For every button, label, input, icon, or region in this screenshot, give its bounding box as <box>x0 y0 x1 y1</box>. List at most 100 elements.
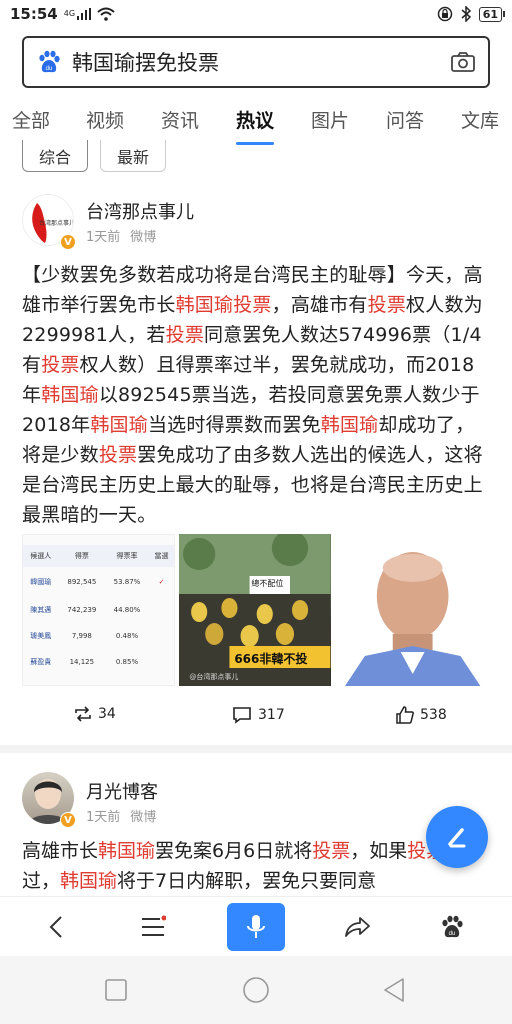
vote-table: 候選人 得票 得票率 當選 韓國瑜 892,545 53.87% ✓ 陳其邁 742,239 44.… <box>23 545 175 675</box>
status-bar: 15:54 4G 61 <box>0 0 512 28</box>
baidu-home-button[interactable]: du <box>430 905 474 949</box>
search-input[interactable]: 韩国瑜摆免投票 <box>72 47 450 77</box>
tab-video[interactable]: 视频 <box>86 106 124 133</box>
keyword-highlight: 韩国瑜 <box>41 384 99 406</box>
portrait-illustration <box>344 552 481 686</box>
wifi-icon <box>97 7 115 21</box>
table-cell: 璩美鳳 <box>30 632 52 640</box>
table-row: 璩美鳳 7,998 0.48% <box>23 623 174 649</box>
keyword-highlight: 投票 <box>312 840 351 862</box>
table-header-cell: 得票率 <box>105 545 149 567</box>
repost-count: 34 <box>98 706 116 722</box>
table-cell: 蘇盈貴 <box>30 658 52 666</box>
share-icon <box>345 917 370 937</box>
battery-indicator: 61 <box>478 6 506 22</box>
post-content[interactable]: 【少数罢免多数若成功将是台湾民主的耻辱】今天，高雄市举行罢免市长韩国瑜投票，高雄… <box>22 260 492 530</box>
table-cell: 44.80% <box>113 606 141 614</box>
keyword-highlight: 投票 <box>41 354 80 376</box>
menu-button[interactable] <box>131 905 175 949</box>
table-cell: 0.85% <box>115 658 139 666</box>
post-meta: 1天前 微博 <box>86 226 156 245</box>
voice-search-button[interactable] <box>227 903 285 951</box>
filter-chips: 综合 最新 <box>22 140 167 172</box>
post-text: ，高雄市有 <box>271 294 368 316</box>
protest-sign-text: 總不配位 <box>251 579 284 588</box>
table-header-cell: 得票 <box>58 545 106 567</box>
table-header-cell: 當選 <box>148 545 175 567</box>
post-text: 罢免案6月6日就将 <box>155 840 313 862</box>
keyword-highlight: 投票 <box>98 444 138 466</box>
protest-banner-text: 666非韓不投 <box>234 652 308 666</box>
microphone-icon <box>247 915 265 938</box>
bottom-toolbar: du <box>0 896 512 956</box>
search-box[interactable]: du 韩国瑜摆免投票 <box>22 36 490 88</box>
thumbs-up-icon <box>396 706 414 724</box>
tab-news[interactable]: 资讯 <box>161 106 199 133</box>
image-portrait[interactable] <box>334 534 486 686</box>
table-cell: 0.48% <box>115 632 139 640</box>
back-triangle-icon[interactable] <box>382 977 406 1003</box>
chevron-left-icon <box>49 916 62 938</box>
keyword-highlight: 投票 <box>165 324 205 346</box>
post-source: 微博 <box>130 230 157 245</box>
system-nav-bar <box>0 956 512 1024</box>
table-cell: 7,998 <box>71 632 92 640</box>
table-cell: 892,545 <box>67 578 97 586</box>
image-election-table[interactable]: 候選人 得票 得票率 當選 韓國瑜 892,545 53.87% ✓ 陳其邁 742,239 44.… <box>22 534 176 686</box>
baidu-paw-icon: du <box>39 50 60 73</box>
table-cell: 742,239 <box>67 606 97 614</box>
tab-qa[interactable]: 问答 <box>386 106 424 133</box>
image-protest-crowd[interactable]: 總不配位 666非韓不投 @台湾那点事儿 <box>179 534 331 686</box>
back-button[interactable] <box>34 905 78 949</box>
logo-text: 台湾那点事儿 <box>39 219 74 227</box>
camera-icon[interactable] <box>450 49 476 75</box>
table-cell <box>149 623 175 649</box>
tab-hot-discussion[interactable]: 热议 <box>236 106 274 133</box>
network-type: 4G <box>63 9 76 18</box>
post-source: 微博 <box>130 810 157 825</box>
post-time: 1天前 <box>86 810 121 825</box>
category-tabs: 全部 视频 资讯 热议 图片 问答 文库 <box>0 100 512 144</box>
tab-images[interactable]: 图片 <box>311 106 349 133</box>
table-row: 韓國瑜 892,545 53.87% ✓ <box>23 567 174 597</box>
home-icon[interactable] <box>242 976 270 1004</box>
table-header-cell: 候選人 <box>23 545 59 567</box>
post-content[interactable]: 高雄市长韩国瑜罢免案6月6日就将投票，如果投票通过，韩国瑜将于7日内解职，罢免只… <box>22 836 492 896</box>
like-count: 538 <box>420 707 447 723</box>
keyword-highlight: 韩国瑜 <box>90 414 148 436</box>
keyword-highlight: 投票 <box>367 294 407 316</box>
repost-button[interactable]: 34 <box>74 706 116 722</box>
post-author[interactable]: 台湾那点事儿 <box>86 198 194 224</box>
table-cell <box>149 649 175 675</box>
image-watermark: @台湾那点事儿 <box>189 673 239 681</box>
keyword-highlight: 韩国瑜 <box>60 870 118 892</box>
tab-library[interactable]: 文库 <box>461 106 499 133</box>
table-row: 陳其邁 742,239 44.80% <box>23 597 174 623</box>
filter-latest[interactable]: 最新 <box>100 140 167 172</box>
verified-badge-icon: V <box>60 234 76 250</box>
tab-all[interactable]: 全部 <box>12 106 50 133</box>
table-cell: 韓國瑜 <box>30 578 52 586</box>
post-author[interactable]: 月光博客 <box>86 778 158 804</box>
status-time: 15:54 <box>10 5 58 23</box>
post-text: 高雄市长 <box>22 840 99 862</box>
comment-button[interactable]: 317 <box>232 706 285 724</box>
table-row: 蘇盈貴 14,125 0.85% <box>23 649 174 675</box>
comment-icon <box>233 707 251 724</box>
baidu-paw-icon: du <box>442 915 463 938</box>
post-text: ，如果 <box>350 840 408 862</box>
share-button[interactable] <box>336 905 380 949</box>
post-text: 将于7日内解职，罢免只要同意 <box>117 870 377 892</box>
post-images: 候選人 得票 得票率 當選 韓國瑜 892,545 53.87% ✓ 陳其邁 742,239 44.… <box>22 534 486 686</box>
filter-comprehensive[interactable]: 综合 <box>22 140 89 172</box>
like-button[interactable]: 538 <box>396 706 447 724</box>
post-actions: 34 317 538 <box>0 706 512 734</box>
table-cell: 陳其邁 <box>30 606 52 614</box>
compose-button[interactable] <box>426 806 488 868</box>
post-meta: 1天前 微博 <box>86 806 156 825</box>
svg-text:du: du <box>46 66 53 72</box>
recent-apps-icon[interactable] <box>104 978 128 1002</box>
table-cell <box>149 597 175 623</box>
svg-text:du: du <box>449 931 456 937</box>
keyword-highlight: 韩国瑜 <box>320 414 379 436</box>
